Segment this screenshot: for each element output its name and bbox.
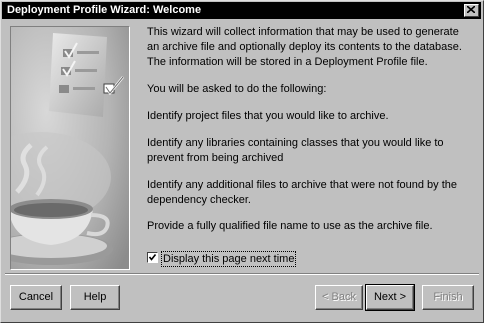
next-button[interactable]: Next > xyxy=(365,284,415,311)
display-next-time-checkbox[interactable] xyxy=(147,252,158,263)
close-button[interactable] xyxy=(464,4,479,17)
display-next-time-label[interactable]: Display this page next time xyxy=(161,251,297,267)
checklist-illustration xyxy=(49,33,107,117)
back-button[interactable]: < Back xyxy=(315,285,363,310)
separator-highlight xyxy=(5,274,479,275)
checkmark-icon xyxy=(148,254,157,261)
finish-button[interactable]: Finish xyxy=(422,285,474,310)
cancel-button[interactable]: Cancel xyxy=(10,285,62,310)
wizard-window: Deployment Profile Wizard: Welcome This … xyxy=(0,0,484,323)
step-additional-files: Identify any additional files to archive… xyxy=(147,179,458,206)
instructions-heading: You will be asked to do the following: xyxy=(147,83,327,95)
step-archive-filename: Provide a fully qualified file name to u… xyxy=(147,220,433,232)
wizard-illustration xyxy=(10,26,130,270)
intro-paragraph: This wizard will collect information tha… xyxy=(147,26,462,68)
step-identify-files: Identify project files that you would li… xyxy=(147,110,389,122)
step-identify-libraries: Identify any libraries containing classe… xyxy=(147,137,444,164)
help-button[interactable]: Help xyxy=(70,285,120,310)
title-bar[interactable]: Deployment Profile Wizard: Welcome xyxy=(2,2,481,19)
close-icon xyxy=(467,6,475,13)
window-title: Deployment Profile Wizard: Welcome xyxy=(7,4,202,16)
